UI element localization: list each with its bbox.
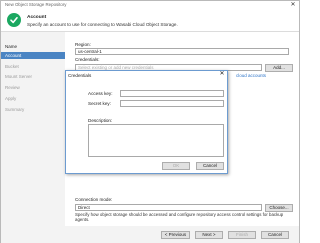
- dialog-cancel-button[interactable]: Cancel: [196, 162, 224, 170]
- connection-mode-input: Direct: [75, 204, 262, 211]
- wizard-footer: < Previous Next > Finish Cancel: [1, 226, 299, 243]
- step-description: Specify an account to use for connecting…: [27, 21, 178, 27]
- wizard-steps: Name Account Bucket Mount Server Review …: [1, 32, 65, 243]
- access-key-input[interactable]: [120, 90, 224, 97]
- checkmark-icon: [10, 17, 18, 24]
- dialog-close-icon[interactable]: ✕: [217, 71, 227, 78]
- manage-cloud-accounts-link[interactable]: cloud accounts: [236, 73, 266, 78]
- finish-button[interactable]: Finish: [228, 231, 256, 239]
- title-bar: New Object Storage Repository ✕: [1, 1, 299, 9]
- choose-connection-mode-button[interactable]: Choose...: [265, 203, 293, 212]
- step-apply: Apply: [5, 96, 17, 101]
- add-credentials-button[interactable]: Add...: [265, 63, 293, 72]
- wizard-header: Account Specify an account to use for co…: [1, 9, 299, 32]
- dialog-title: Credentials: [68, 73, 92, 78]
- region-input[interactable]: us-central-1: [75, 48, 289, 55]
- connection-mode-description: Specify how object storage should be acc…: [75, 212, 284, 223]
- step-review: Review: [5, 85, 20, 90]
- step-bucket: Bucket: [5, 64, 19, 69]
- step-title: Account: [27, 15, 47, 20]
- step-name[interactable]: Name: [5, 44, 17, 49]
- access-key-label: Access key:: [88, 91, 113, 96]
- step-account[interactable]: Account: [1, 52, 65, 59]
- step-summary: Summary: [5, 107, 25, 112]
- description-label: Description:: [88, 118, 113, 123]
- description-textarea[interactable]: [88, 124, 224, 157]
- previous-button[interactable]: < Previous: [161, 231, 190, 239]
- next-button[interactable]: Next >: [195, 231, 223, 239]
- secret-key-label: Secret key:: [88, 101, 111, 106]
- dialog-ok-button[interactable]: OK: [162, 162, 190, 170]
- credentials-dialog: Credentials ✕ Access key: Secret key: De…: [65, 70, 228, 174]
- secret-key-input[interactable]: [120, 100, 224, 107]
- wizard-window: New Object Storage Repository ✕ Account …: [0, 0, 300, 243]
- region-label: Region:: [75, 42, 91, 47]
- connection-mode-label: Connection mode:: [75, 197, 113, 202]
- close-icon[interactable]: ✕: [289, 1, 297, 9]
- step-mount-server: Mount Server: [5, 74, 33, 79]
- veeam-logo-icon: [7, 13, 21, 27]
- window-title: New Object Storage Repository: [5, 2, 67, 7]
- credentials-label: Credentials:: [75, 57, 100, 62]
- cancel-button[interactable]: Cancel: [261, 231, 289, 239]
